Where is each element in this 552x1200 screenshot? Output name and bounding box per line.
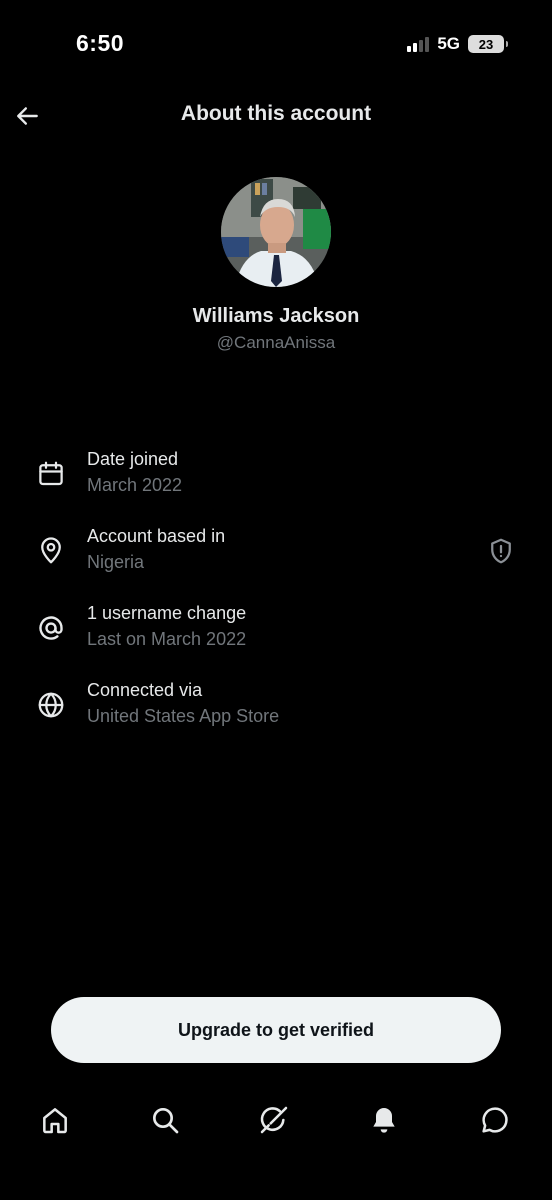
info-row-connected-via: Connected via United States App Store (0, 680, 552, 740)
info-title: 1 username change (87, 603, 247, 623)
messages-icon (482, 1107, 508, 1133)
bottom-nav (0, 1090, 552, 1150)
location-pin-icon (41, 537, 61, 564)
info-row-date-joined: Date joined March 2022 (0, 449, 552, 509)
shield-alert-icon[interactable] (486, 536, 516, 566)
info-subtitle: United States App Store (87, 706, 280, 726)
battery-icon: 23 (468, 35, 508, 53)
nav-grok[interactable] (256, 1102, 292, 1138)
status-bar: 6:50 5G 23 (0, 0, 552, 90)
nav-home[interactable] (37, 1102, 73, 1138)
avatar[interactable] (221, 177, 331, 287)
info-title: Account based in (87, 526, 226, 546)
nav-search[interactable] (147, 1102, 183, 1138)
at-sign-icon (39, 616, 63, 640)
status-time: 6:50 (76, 30, 125, 56)
info-title: Connected via (87, 680, 203, 700)
info-row-username-change: 1 username change Last on March 2022 (0, 603, 552, 663)
profile-handle: @CannaAnissa (216, 333, 336, 352)
network-type: 5G (437, 34, 460, 53)
notifications-bell-icon (373, 1108, 395, 1133)
page-title: About this account (180, 102, 372, 125)
status-indicators: 5G 23 (407, 34, 508, 54)
profile-name: Williams Jackson (192, 305, 360, 327)
nav-messages[interactable] (477, 1102, 513, 1138)
info-subtitle: Last on March 2022 (87, 629, 247, 649)
header: About this account (0, 92, 552, 140)
info-title: Date joined (87, 449, 179, 469)
nav-notifications[interactable] (366, 1102, 402, 1138)
cellular-signal-icon (407, 36, 430, 52)
home-icon (43, 1108, 67, 1134)
info-subtitle: Nigeria (87, 552, 145, 572)
info-row-account-based-in: Account based in Nigeria (0, 526, 552, 586)
calendar-icon (39, 461, 63, 486)
globe-icon (38, 692, 64, 718)
upgrade-button-label: Upgrade to get verified (177, 1019, 375, 1040)
battery-level: 23 (478, 36, 494, 52)
info-subtitle: March 2022 (87, 475, 183, 495)
grok-icon (260, 1106, 288, 1134)
search-icon (153, 1108, 179, 1134)
upgrade-button[interactable]: Upgrade to get verified (51, 997, 501, 1063)
